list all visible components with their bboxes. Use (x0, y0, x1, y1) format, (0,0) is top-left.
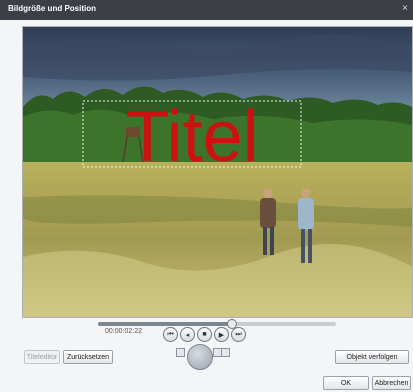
preview-image: Titel (23, 27, 412, 317)
skip-start-icon: ⏮ (167, 330, 174, 338)
close-icon[interactable]: × (402, 3, 408, 14)
title-overlay: Titel (125, 97, 258, 177)
skip-end-button[interactable]: ⏭ (231, 327, 246, 342)
skip-start-button[interactable]: ⏮ (163, 327, 178, 342)
timeline-progress (98, 322, 232, 326)
video-preview[interactable]: Titel (22, 26, 413, 318)
jog-right-alt-icon[interactable] (221, 348, 230, 357)
reset-button[interactable]: Zurücksetzen (63, 350, 113, 364)
jog-wheel[interactable] (187, 344, 213, 370)
timecode: 00:00:02:22 (105, 328, 142, 335)
stop-icon: ■ (202, 331, 207, 338)
stop-button[interactable]: ■ (197, 327, 212, 342)
step-back-icon: ◂ (185, 331, 190, 339)
timeline-slider[interactable] (98, 319, 336, 329)
play-icon: ▶ (218, 331, 225, 339)
ok-button[interactable]: OK (323, 376, 369, 390)
transport-controls: ⏮ ◂ ■ ▶ ⏭ (163, 327, 246, 343)
cancel-button[interactable]: Abbrechen (372, 376, 411, 390)
step-back-button[interactable]: ◂ (180, 327, 195, 342)
skip-end-icon: ⏭ (235, 330, 242, 338)
titleeditor-button[interactable]: Titeleditor (24, 350, 60, 364)
window-titlebar: Bildgröße und Position × (0, 0, 413, 20)
jog-left-icon[interactable] (176, 348, 185, 357)
window-title: Bildgröße und Position (8, 4, 96, 13)
play-button[interactable]: ▶ (214, 327, 229, 342)
track-object-button[interactable]: Objekt verfolgen (335, 350, 409, 364)
